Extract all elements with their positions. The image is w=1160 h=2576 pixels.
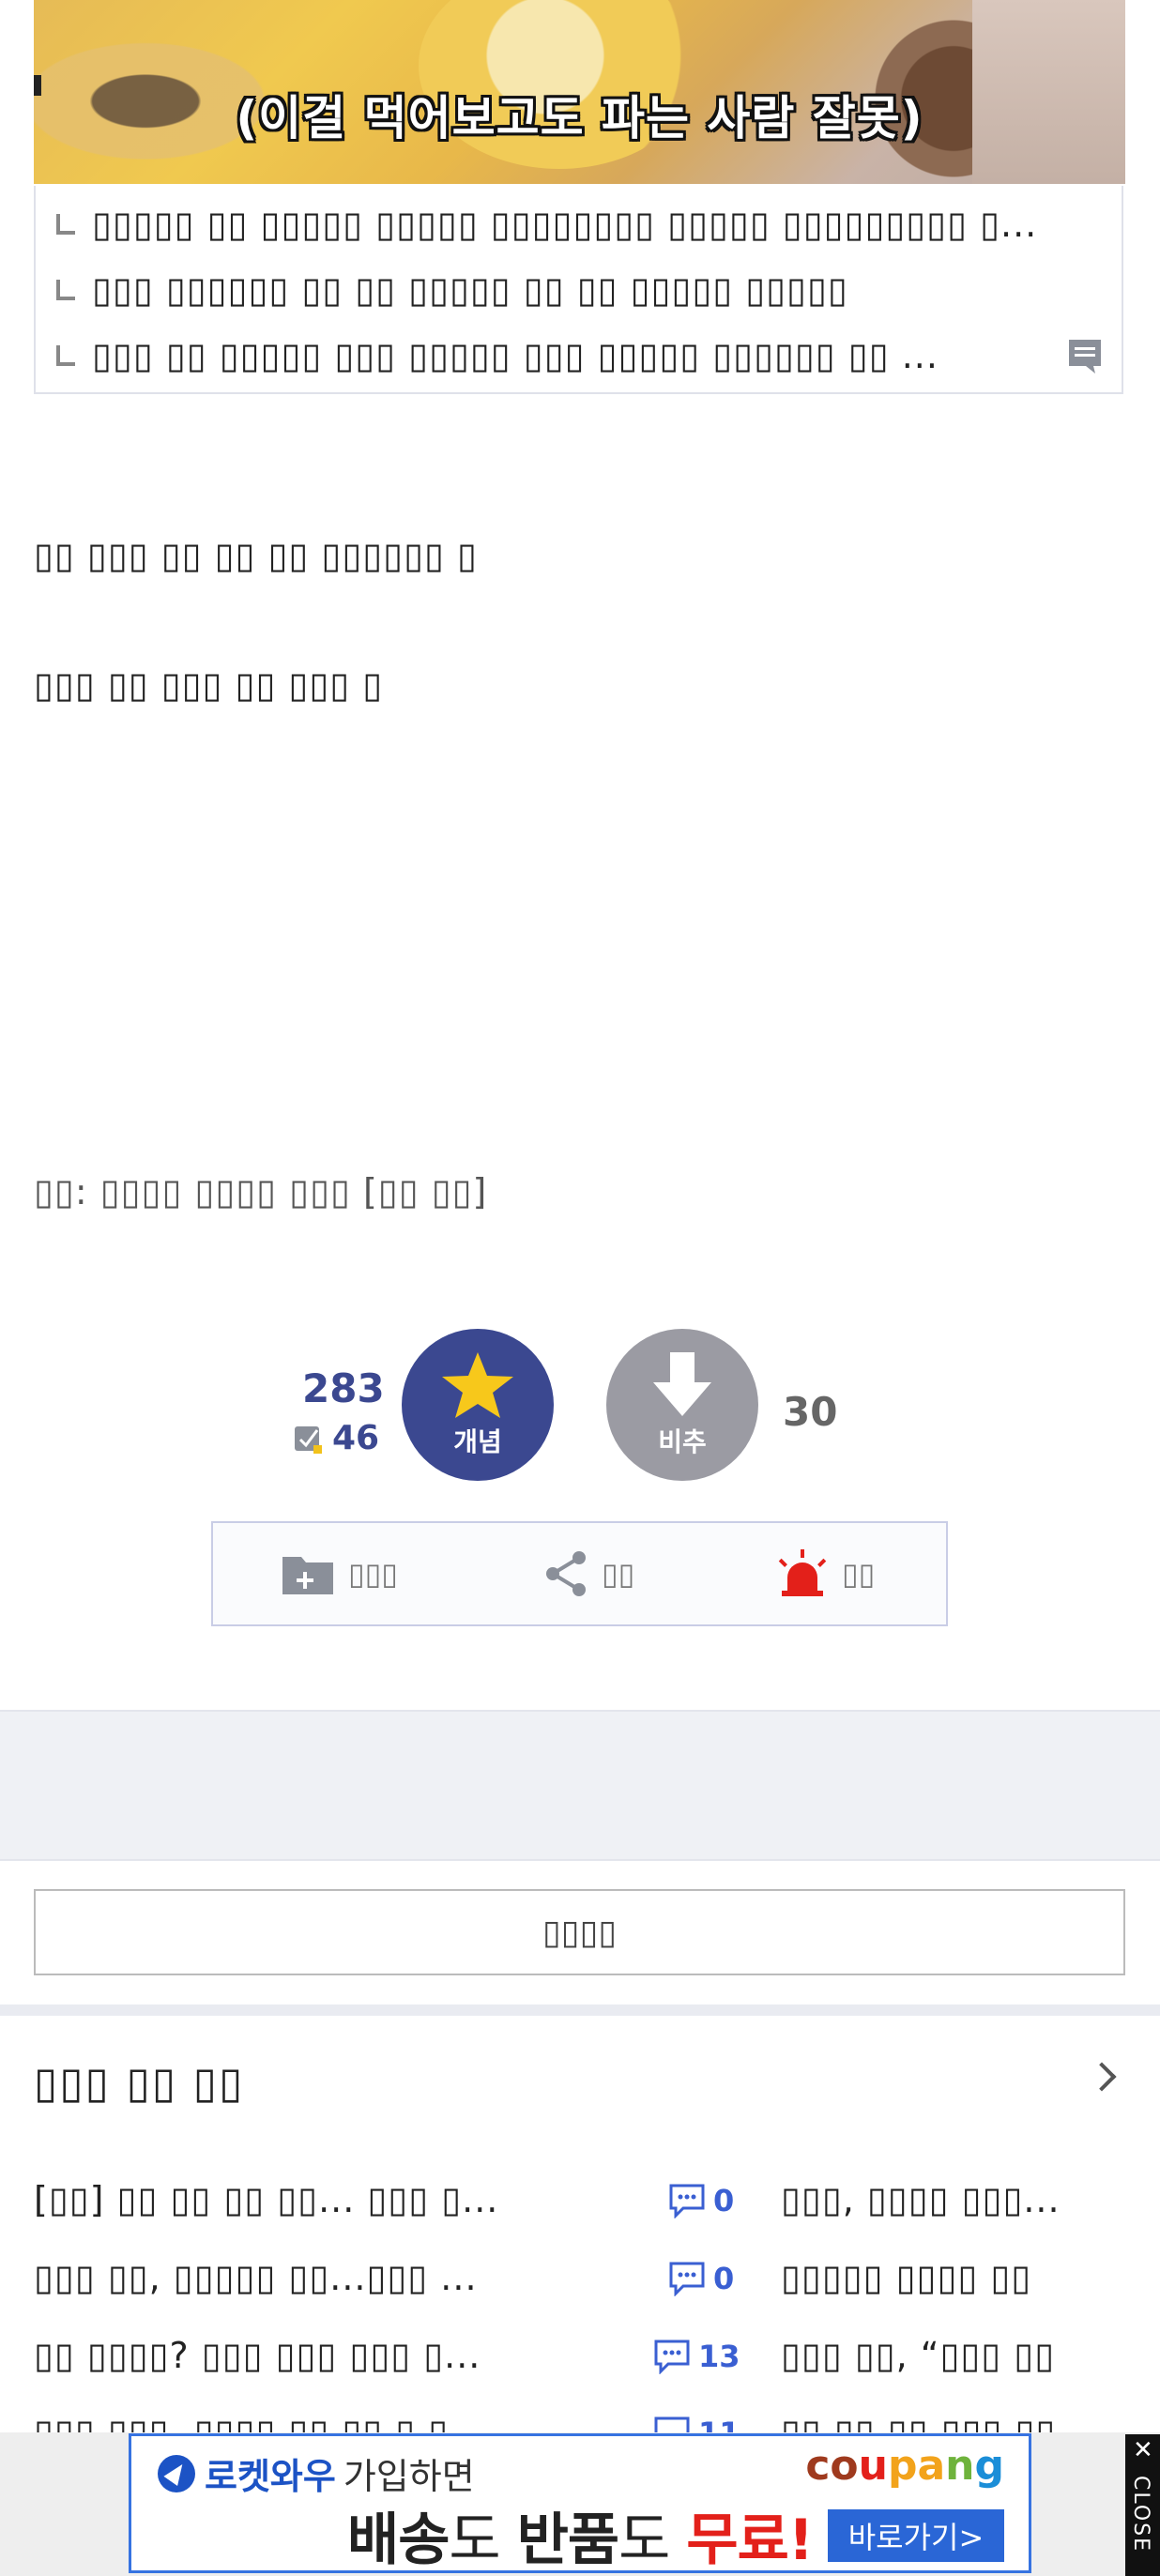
post-body-line: ▯▯▯ ▯▯ ▯▯▯ ▯▯ ▯▯▯ ▯	[34, 664, 384, 706]
rocket-icon	[158, 2454, 195, 2492]
post-thumbnail-image[interactable]: (이걸 먹어보고도 파는 사람 잘못)	[34, 0, 1125, 184]
comment-list-icon[interactable]	[1065, 336, 1105, 375]
news-item-right[interactable]: ▯▯▯, ▯▯▯▯ ▯▯▯...	[781, 2179, 1124, 2220]
upvote-label: 개념	[453, 1426, 502, 1457]
section-title: ▯▯▯ ▯▯ ▯▯	[34, 2057, 245, 2108]
scrap-button[interactable]: ▯▯▯	[281, 1523, 398, 1624]
fixed-upvote-count: 46	[293, 1419, 379, 1457]
thumbnail-caption: (이걸 먹어보고도 파는 사람 잘못)	[236, 91, 923, 145]
thumbnail-marker	[34, 75, 41, 96]
reply-text: ▯▯▯ ▯▯▯▯▯▯ ▯▯ ▯▯ ▯▯▯▯▯ ▯▯ ▯▯ ▯▯▯▯▯ ▯▯▯▯▯	[92, 269, 848, 311]
comment-count: 13	[653, 2339, 740, 2374]
ad-placeholder-band	[0, 1710, 1160, 1861]
reply-item[interactable]: ▯▯▯ ▯▯▯▯▯▯ ▯▯ ▯▯ ▯▯▯▯▯ ▯▯ ▯▯ ▯▯▯▯▯ ▯▯▯▯▯	[56, 267, 1079, 313]
downvote-label: 비추	[658, 1426, 707, 1457]
news-item-left[interactable]: ▯▯ ▯▯▯▯? ▯▯▯ ▯▯▯ ▯▯▯ ▯...	[34, 2335, 625, 2376]
news-item-right[interactable]: ▯▯▯ ▯▯, “▯▯▯ ▯▯	[781, 2335, 1124, 2376]
comment-icon	[654, 2340, 690, 2374]
reply-text: ▯▯▯ ▯▯ ▯▯▯▯▯ ▯▯▯ ▯▯▯▯▯ ▯▯▯ ▯▯▯▯▯ ▯▯▯▯▯▯ …	[92, 335, 939, 376]
reply-arrow-icon	[56, 345, 75, 366]
chevron-right-icon[interactable]	[1087, 2062, 1117, 2092]
upvote-button[interactable]: 개념	[402, 1329, 554, 1481]
post-actions: ▯▯▯ ▯▯ ▯▯	[211, 1521, 948, 1626]
reply-text: ▯▯▯▯▯ ▯▯ ▯▯▯▯▯ ▯▯▯▯▯ ▯▯▯▯▯▯▯▯ ▯▯▯▯▯ ▯▯▯▯…	[92, 204, 1038, 245]
arrow-down-icon	[653, 1352, 711, 1416]
post-body-line: ▯▯ ▯▯▯ ▯▯ ▯▯ ▯▯ ▯▯▯▯▯▯ ▯	[34, 535, 478, 576]
close-icon: ✕	[1133, 2436, 1153, 2464]
comment-icon	[669, 2262, 705, 2296]
ad-go-button[interactable]: 바로가기>	[828, 2509, 1004, 2562]
ad-close-button[interactable]: ✕ CLOSE	[1125, 2434, 1160, 2576]
comment-count: 0	[668, 2183, 734, 2218]
reply-arrow-icon	[56, 280, 75, 300]
report-button[interactable]: ▯▯	[776, 1523, 875, 1624]
list-button[interactable]: ▯▯▯▯	[34, 1889, 1125, 1975]
comment-count: 0	[668, 2261, 734, 2296]
ad-headline: 배송도 반품도 무료!	[347, 2507, 814, 2573]
post-source: ▯▯: ▯▯▯▯ ▯▯▯▯ ▯▯▯ [▯▯ ▯▯]	[34, 1171, 488, 1212]
news-item-left[interactable]: ▯▯▯ ▯▯, ▯▯▯▯▯ ▯▯...▯▯▯ ...	[34, 2257, 625, 2298]
coupang-logo: coupang	[805, 2442, 1004, 2490]
share-button[interactable]: ▯▯	[543, 1523, 634, 1624]
star-icon	[442, 1352, 513, 1418]
comment-icon	[669, 2184, 705, 2218]
reply-item[interactable]: ▯▯▯▯▯ ▯▯ ▯▯▯▯▯ ▯▯▯▯▯ ▯▯▯▯▯▯▯▯ ▯▯▯▯▯ ▯▯▯▯…	[56, 201, 1079, 248]
folder-add-icon	[282, 1557, 333, 1594]
close-label: CLOSE	[1129, 2476, 1152, 2553]
downvote-button[interactable]: 비추	[606, 1329, 758, 1481]
upvote-count: 283	[302, 1365, 385, 1411]
news-item-right[interactable]: ▯▯▯▯▯ ▯▯▯▯ ▯▯	[781, 2257, 1124, 2298]
news-item-left[interactable]: [▯▯] ▯▯ ▯▯ ▯▯ ▯▯... ▯▯▯ ▯...	[34, 2179, 625, 2220]
section-separator	[0, 2004, 1160, 2016]
share-icon	[546, 1551, 586, 1596]
rocket-wow-label: 로켓와우 가입하면	[158, 2447, 475, 2499]
fixed-vote-icon	[295, 1425, 322, 1454]
siren-icon	[778, 1549, 827, 1596]
downvote-count: 30	[783, 1389, 838, 1435]
reply-item[interactable]: ▯▯▯ ▯▯ ▯▯▯▯▯ ▯▯▯ ▯▯▯▯▯ ▯▯▯ ▯▯▯▯▯ ▯▯▯▯▯▯ …	[56, 332, 1023, 379]
related-replies-box: ▯▯▯▯▯ ▯▯ ▯▯▯▯▯ ▯▯▯▯▯ ▯▯▯▯▯▯▯▯ ▯▯▯▯▯ ▯▯▯▯…	[34, 186, 1123, 394]
reply-arrow-icon	[56, 214, 75, 235]
coupang-ad-banner[interactable]: 로켓와우 가입하면 coupang 배송도 반품도 무료! 바로가기>	[129, 2433, 1031, 2573]
